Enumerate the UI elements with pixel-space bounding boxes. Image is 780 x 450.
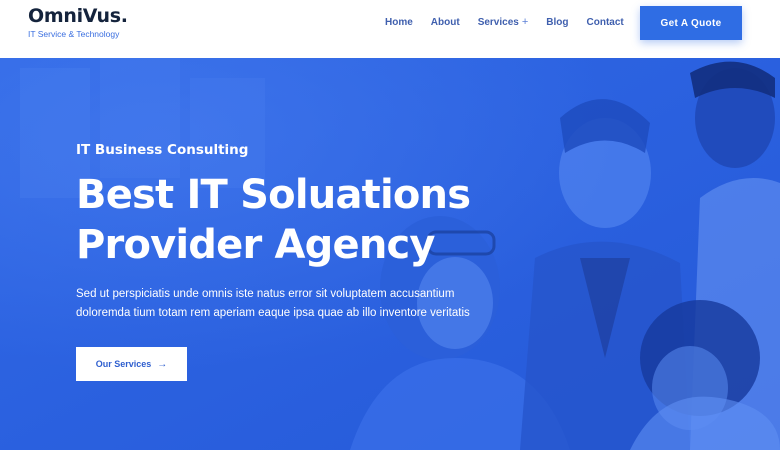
nav-services-label: Services — [477, 16, 519, 28]
nav-about-label: About — [430, 16, 460, 28]
main-nav: Home About Services + Blog Contact — [385, 16, 642, 28]
nav-blog-label: Blog — [546, 16, 569, 28]
plus-icon: + — [521, 16, 529, 28]
nav-home[interactable]: Home — [385, 17, 413, 28]
nav-services[interactable]: Services + — [478, 16, 529, 28]
hero-title: Best IT Soluations Provider Agency — [76, 170, 471, 270]
logo[interactable]: OmniVus. IT Service & Technology — [28, 5, 128, 39]
hero-subtitle: IT Business Consulting — [76, 142, 249, 158]
nav-blog[interactable]: Blog — [546, 17, 568, 28]
hero-title-line-2: Provider Agency — [76, 222, 436, 268]
nav-contact-label: Contact — [586, 16, 624, 28]
nav-contact[interactable]: Contact — [587, 17, 624, 28]
hero-description: Sed ut perspiciatis unde omnis iste natu… — [76, 285, 496, 323]
arrow-right-icon: → — [157, 358, 168, 370]
hero-description-line-1: Sed ut perspiciatis unde omnis iste natu… — [76, 288, 455, 300]
hero-description-line-2: doloremda tium totam rem aperiam eaque i… — [76, 307, 470, 319]
hero-section: IT Business Consulting Best IT Soluation… — [0, 58, 780, 450]
nav-home-label: Home — [385, 16, 413, 28]
get-a-quote-button[interactable]: Get A Quote — [640, 6, 742, 40]
logo-name: OmniVus. — [28, 5, 128, 27]
our-services-label: Our Services — [95, 359, 152, 369]
hero-title-line-1: Best IT Soluations — [76, 172, 471, 218]
site-header: OmniVus. IT Service & Technology Home Ab… — [0, 0, 780, 58]
our-services-button[interactable]: Our Services → — [76, 347, 187, 381]
nav-about[interactable]: About — [431, 17, 460, 28]
logo-tagline: IT Service & Technology — [28, 29, 120, 39]
